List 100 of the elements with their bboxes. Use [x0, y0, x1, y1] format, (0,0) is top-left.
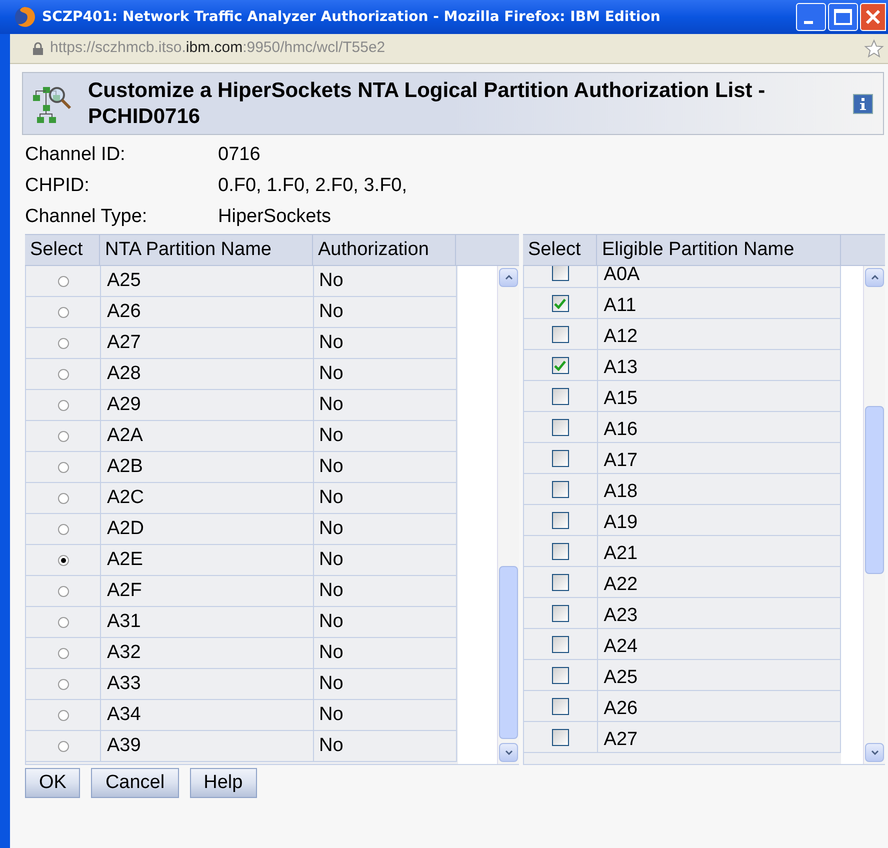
table-cell: A2E — [101, 545, 314, 576]
table-cell: No — [314, 266, 457, 297]
info-icon[interactable] — [853, 94, 873, 114]
close-icon — [865, 9, 881, 25]
table-cell: A31 — [101, 607, 314, 638]
lock-icon — [32, 42, 44, 55]
table-cell: A0A — [598, 266, 841, 288]
radio-button[interactable] — [58, 616, 68, 628]
checkbox[interactable] — [552, 356, 569, 374]
address-bar[interactable]: https://sczhmcb.itso.ibm.com:9950/hmc/wcl/T55e2 — [10, 34, 888, 64]
scroll-thumb[interactable] — [499, 566, 518, 739]
table-cell: A2B — [101, 452, 314, 483]
radio-button[interactable] — [58, 586, 68, 596]
column-header[interactable]: Select — [25, 235, 100, 265]
page-title: Customize a HiperSockets NTA Logical Partition Authorization List - PCHID0716 — [88, 78, 766, 130]
scroll-up-button[interactable] — [865, 268, 884, 287]
checkbox[interactable] — [552, 604, 569, 622]
radio-button[interactable] — [58, 710, 68, 720]
table-cell: No — [314, 359, 457, 390]
caret-up-icon — [504, 275, 512, 280]
table-cell: No — [314, 328, 457, 359]
radio-button[interactable] — [58, 740, 68, 752]
field-value: 0716 — [218, 143, 260, 168]
table-cell: A27 — [101, 328, 314, 359]
radio-button[interactable] — [58, 400, 68, 410]
table-cell: A26 — [101, 297, 314, 328]
field-value: HiperSockets — [218, 205, 331, 230]
scrollbar[interactable] — [863, 266, 885, 764]
radio-button[interactable] — [58, 648, 68, 658]
checkbox[interactable] — [552, 450, 569, 466]
checkbox[interactable] — [552, 542, 569, 560]
column-header[interactable]: Authorization — [313, 235, 456, 265]
radio-button[interactable] — [58, 430, 68, 442]
table-cell: No — [314, 514, 457, 545]
scroll-down-button[interactable] — [499, 743, 518, 762]
table-cell: A28 — [101, 359, 314, 390]
field-label: Channel Type: — [25, 205, 148, 230]
table-cell: No — [314, 669, 457, 700]
browser-logo-icon — [14, 6, 36, 28]
dialog-button[interactable]: Cancel — [91, 768, 179, 798]
caret-down-icon — [504, 750, 512, 755]
checkbox[interactable] — [552, 418, 569, 436]
checkbox[interactable] — [552, 636, 569, 652]
maximize-button[interactable] — [828, 3, 858, 31]
radio-button[interactable] — [58, 368, 68, 380]
radio-button[interactable] — [58, 462, 68, 472]
table-cell: A2A — [101, 421, 314, 452]
minimize-button[interactable] — [796, 3, 826, 31]
checkbox[interactable] — [552, 480, 569, 498]
caret-down-icon — [870, 750, 878, 755]
star-icon[interactable] — [864, 38, 884, 58]
checkbox[interactable] — [552, 266, 569, 280]
table-cell: A2F — [101, 576, 314, 607]
field-label: CHPID: — [25, 174, 90, 198]
table-cell: No — [314, 607, 457, 638]
url-text: https://sczhmcb.itso.ibm.com:9950/hmc/wcl/T55e2 — [50, 38, 386, 58]
table-cell: No — [314, 483, 457, 514]
radio-button[interactable] — [58, 554, 68, 566]
radio-button[interactable] — [58, 276, 68, 286]
scrollbar[interactable] — [497, 266, 519, 764]
table-cell: No — [314, 545, 457, 576]
field-value: 0.F0, 1.F0, 2.F0, 3.F0, — [218, 174, 408, 198]
checkbox[interactable] — [552, 326, 569, 342]
table-cell: No — [314, 390, 457, 421]
table-cell: No — [314, 638, 457, 669]
radio-button[interactable] — [58, 524, 68, 534]
column-header[interactable]: Select — [523, 235, 597, 265]
table-cell: No — [314, 297, 457, 328]
table-cell: No — [314, 452, 457, 483]
table-cell: No — [314, 700, 457, 731]
radio-button[interactable] — [58, 492, 68, 504]
radio-button[interactable] — [58, 678, 68, 690]
caret-up-icon — [870, 275, 878, 280]
checkbox[interactable] — [552, 294, 569, 312]
radio-button[interactable] — [58, 306, 68, 318]
checkbox[interactable] — [552, 512, 569, 528]
close-button[interactable] — [860, 3, 886, 31]
scroll-down-button[interactable] — [865, 743, 884, 762]
dialog-button[interactable]: Help — [190, 768, 257, 798]
dialog-button[interactable]: OK — [25, 768, 80, 798]
table-cell: A32 — [101, 638, 314, 669]
table-cell: No — [314, 731, 457, 762]
table-cell: No — [314, 576, 457, 607]
table-cell: A34 — [101, 700, 314, 731]
window-title: SCZP401: Network Traffic Analyzer Authorization - Mozilla Firefox: IBM Edition — [42, 8, 660, 26]
table-cell: A33 — [101, 669, 314, 700]
table-cell: A39 — [101, 731, 314, 762]
checkbox[interactable] — [552, 666, 569, 684]
checkbox[interactable] — [552, 574, 569, 590]
table-cell: A2D — [101, 514, 314, 545]
checkbox[interactable] — [552, 728, 569, 746]
scroll-up-button[interactable] — [499, 268, 518, 287]
checkbox[interactable] — [552, 388, 569, 404]
scroll-thumb[interactable] — [865, 406, 884, 574]
field-label: Channel ID: — [25, 143, 126, 168]
column-header[interactable]: NTA Partition Name — [100, 235, 313, 265]
table-cell: A2C — [101, 483, 314, 514]
column-header[interactable]: Eligible Partition Name — [597, 235, 841, 265]
radio-button[interactable] — [58, 338, 68, 348]
checkbox[interactable] — [552, 698, 569, 714]
